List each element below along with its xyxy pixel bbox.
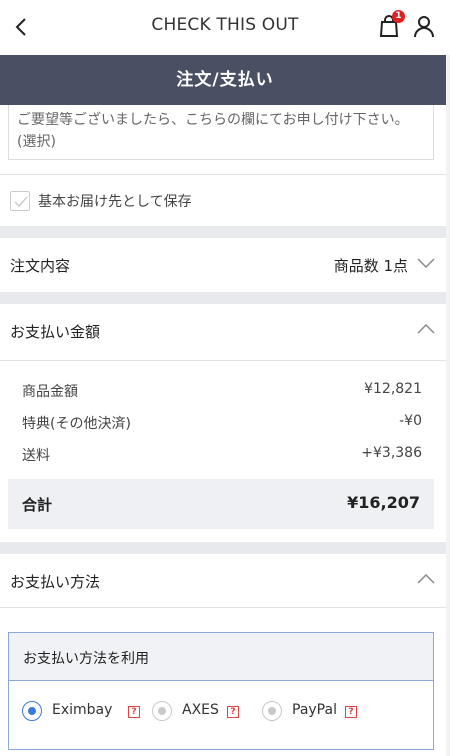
payment-method-title: お支払い方法	[10, 573, 101, 591]
payment-amount-title: お支払い金額	[10, 323, 101, 341]
chevron-down-icon	[417, 258, 435, 269]
help-icon[interactable]: ?	[345, 706, 357, 718]
payment-option-label: AXES	[182, 702, 219, 718]
amount-label: 特典(その他決済)	[22, 416, 131, 432]
payment-amount-details: 商品金額 ¥12,821 特典(その他決済) -¥0 送料 +¥3,386 合計…	[0, 360, 446, 542]
item-count: 商品数 1点	[333, 257, 408, 275]
payment-method-box-title: お支払い方法を利用	[23, 651, 149, 667]
help-icon[interactable]: ?	[128, 706, 140, 718]
section-divider	[0, 542, 446, 554]
cart-count-badge: 1	[392, 10, 405, 23]
payment-option-eximbay[interactable]: Eximbay ?	[22, 699, 142, 723]
cart-button[interactable]: 1	[376, 10, 405, 40]
radio-button[interactable]	[152, 701, 172, 721]
request-note-field[interactable]: ご要望等ございましたら、こちらの欄にてお申し付け下さい。(選択)	[8, 105, 434, 160]
payment-option-axes[interactable]: AXES ?	[152, 699, 252, 723]
chevron-up-icon	[417, 323, 435, 334]
amount-row: 商品金額 ¥12,821	[22, 381, 422, 403]
amount-value: +¥3,386	[361, 445, 422, 461]
amount-label: 商品金額	[22, 384, 78, 400]
payment-option-label: Eximbay	[52, 702, 113, 718]
payment-method-toggle[interactable]: お支払い方法	[0, 554, 446, 608]
help-icon[interactable]: ?	[227, 706, 239, 718]
save-default-address-row[interactable]: 基本お届け先として保存	[0, 174, 446, 226]
payment-method-box-header: お支払い方法を利用	[9, 633, 433, 681]
total-row: 合計 ¥16,207	[8, 479, 434, 529]
amount-value: -¥0	[399, 413, 422, 429]
order-contents-toggle[interactable]: 注文内容 商品数 1点	[0, 238, 446, 292]
payment-option-label: PayPal	[292, 702, 337, 718]
amount-value: ¥12,821	[364, 381, 422, 397]
payment-amount-toggle[interactable]: お支払い金額	[0, 304, 446, 358]
section-divider	[0, 226, 446, 238]
payment-option-paypal[interactable]: PayPal ?	[262, 699, 372, 723]
total-value: ¥16,207	[347, 493, 420, 512]
section-divider	[0, 292, 446, 304]
total-label: 合計	[22, 496, 53, 514]
save-default-address-checkbox[interactable]	[10, 191, 30, 211]
payment-method-box: お支払い方法を利用 Eximbay ? AXES ? PayPal ?	[8, 632, 434, 750]
user-icon[interactable]	[413, 13, 435, 39]
amount-row: 送料 +¥3,386	[22, 445, 422, 467]
top-bar: CHECK THIS OUT 1	[0, 0, 450, 55]
chevron-up-icon	[417, 573, 435, 584]
order-contents-title: 注文内容	[10, 257, 71, 275]
scrollbar-track[interactable]	[446, 55, 450, 756]
radio-button[interactable]	[22, 701, 42, 721]
amount-row: 特典(その他決済) -¥0	[22, 413, 422, 435]
save-default-address-label: 基本お届け先として保存	[38, 194, 192, 210]
page-title: 注文/支払い	[0, 55, 450, 105]
amount-label: 送料	[22, 448, 50, 464]
check-icon	[14, 196, 28, 208]
radio-button[interactable]	[262, 701, 282, 721]
